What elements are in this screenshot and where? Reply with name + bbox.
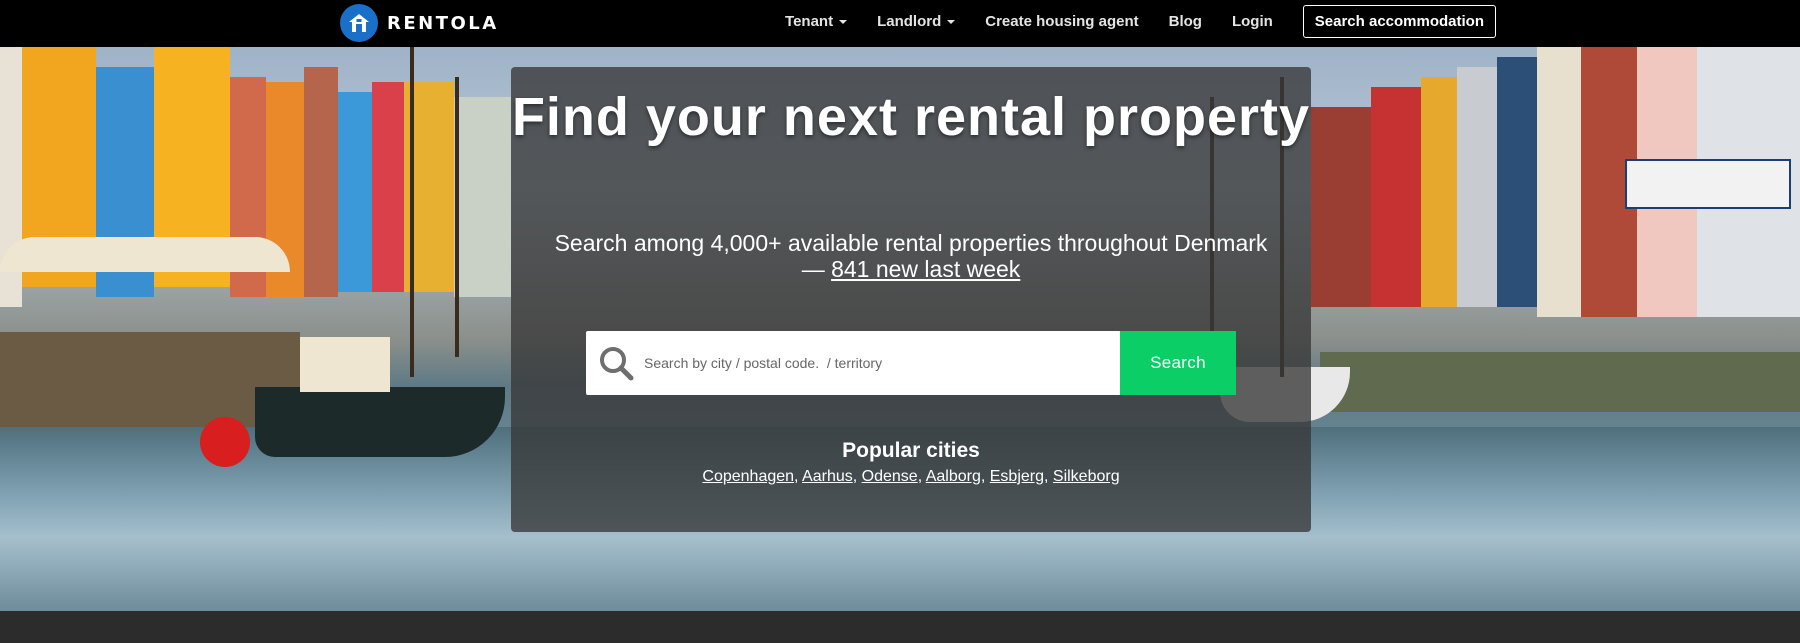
brand-name: RENTOLA bbox=[387, 12, 499, 34]
page-footer-strip bbox=[0, 611, 1800, 643]
city-link-odense[interactable]: Odense bbox=[862, 468, 918, 485]
city-link-aarhus[interactable]: Aarhus bbox=[802, 468, 853, 485]
nav-menu: Tenant Landlord Create housing agent Blo… bbox=[755, 0, 1496, 43]
search-icon bbox=[600, 347, 634, 381]
city-link-copenhagen[interactable]: Copenhagen bbox=[702, 468, 794, 485]
popular-cities-heading: Popular cities bbox=[842, 439, 980, 462]
nav-login[interactable]: Login bbox=[1232, 13, 1273, 30]
popular-cities-list: Copenhagen, Aarhus, Odense, Aalborg, Esb… bbox=[702, 468, 1120, 485]
hero-subtitle: Search among 4,000+ available rental pro… bbox=[551, 230, 1271, 282]
nav-tenant-dropdown[interactable]: Tenant bbox=[785, 13, 848, 30]
search-input[interactable] bbox=[644, 332, 1114, 394]
nav-create-housing-agent[interactable]: Create housing agent bbox=[985, 13, 1138, 30]
caret-down-icon bbox=[839, 19, 848, 24]
city-link-esbjerg[interactable]: Esbjerg bbox=[990, 468, 1044, 485]
city-link-silkeborg[interactable]: Silkeborg bbox=[1053, 468, 1120, 485]
nav-landlord-dropdown[interactable]: Landlord bbox=[877, 13, 956, 30]
nav-landlord-label: Landlord bbox=[877, 13, 942, 30]
house-icon bbox=[340, 4, 378, 42]
hero-panel: Find your next rental property Search am… bbox=[511, 67, 1311, 532]
city-link-aalborg[interactable]: Aalborg bbox=[926, 468, 981, 485]
search-accommodation-button[interactable]: Search accommodation bbox=[1302, 5, 1496, 38]
search-button[interactable]: Search bbox=[1120, 331, 1236, 395]
nav-tenant-label: Tenant bbox=[785, 13, 834, 30]
page-title: Find your next rental property bbox=[511, 87, 1311, 147]
search-bar: Search bbox=[586, 331, 1236, 395]
nav-blog[interactable]: Blog bbox=[1169, 13, 1202, 30]
new-last-week-link[interactable]: 841 new last week bbox=[831, 256, 1020, 282]
brand-logo-link[interactable]: RENTOLA bbox=[340, 4, 499, 42]
top-navbar: RENTOLA Tenant Landlord Create housing a… bbox=[0, 0, 1800, 47]
caret-down-icon bbox=[947, 19, 956, 24]
